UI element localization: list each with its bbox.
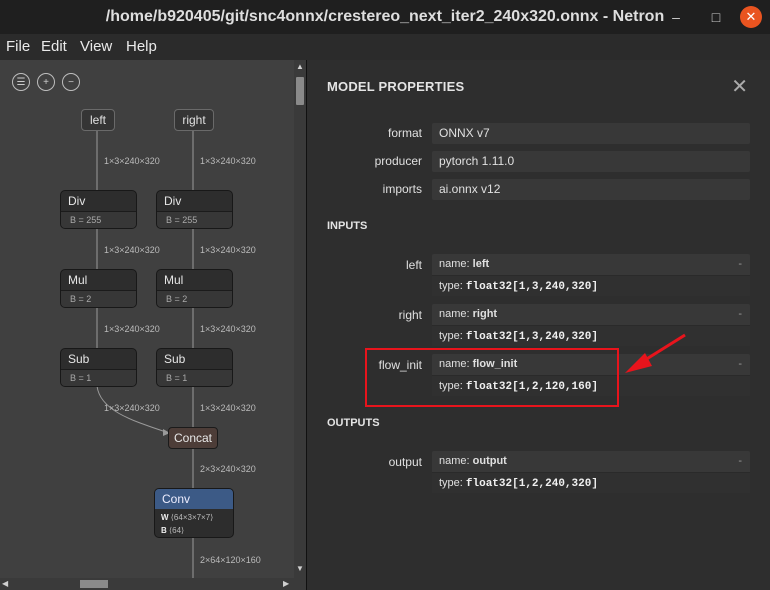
node-attr: B = 2	[157, 290, 232, 307]
node-op-label: Div	[68, 194, 86, 208]
node-attr: B = 255	[61, 211, 136, 228]
close-icon[interactable]: ✕	[731, 74, 748, 99]
node-attr: B = 1	[61, 369, 136, 386]
node-op-label: Sub	[164, 352, 186, 366]
highlight-box	[365, 348, 619, 407]
menu-view[interactable]: View	[80, 38, 112, 55]
prop-label-imports: imports	[382, 182, 422, 196]
node-mul-left[interactable]: Mul B = 2	[60, 269, 137, 308]
edge-label: 2×3×240×320	[200, 464, 256, 474]
conv-weight-w: W ⟨64×3×7×7⟩	[161, 513, 214, 522]
graph-input-left[interactable]: left	[81, 109, 115, 131]
scroll-right-icon[interactable]: ▶	[283, 579, 289, 588]
node-attr: B = 1	[157, 369, 232, 386]
horizontal-scroll-thumb[interactable]	[80, 580, 108, 588]
node-op-label: Mul	[164, 273, 184, 287]
node-div-left[interactable]: Div B = 255	[60, 190, 137, 229]
edge-label: 2×64×120×160	[200, 555, 261, 565]
input-arg-right[interactable]: name: right - type: float32[1,3,240,320]	[432, 304, 750, 346]
minimize-button[interactable]: –	[667, 8, 685, 26]
vertical-scrollbar[interactable]: ▲ ▼	[294, 60, 306, 578]
node-attr: B = 255	[157, 211, 232, 228]
arg-name: name: output	[439, 455, 507, 467]
edge-label: 1×3×240×320	[104, 324, 160, 334]
menu-bar: File Edit View Help	[0, 34, 770, 60]
node-div-right[interactable]: Div B = 255	[156, 190, 233, 229]
window-title: /home/b920405/git/snc4onnx/crestereo_nex…	[105, 8, 665, 25]
edge-label: 1×3×240×320	[200, 324, 256, 334]
model-properties-panel: MODEL PROPERTIES ✕ format ONNX v7 produc…	[307, 60, 770, 590]
expand-toggle[interactable]: -	[738, 308, 742, 320]
panel-title: MODEL PROPERTIES	[327, 79, 465, 94]
node-sub-right[interactable]: Sub B = 1	[156, 348, 233, 387]
node-attr: B = 2	[61, 290, 136, 307]
graph-input-right[interactable]: right	[174, 109, 214, 131]
arg-type: type: float32[1,2,240,320]	[432, 472, 750, 493]
inputs-heading: INPUTS	[327, 220, 368, 232]
menu-edit[interactable]: Edit	[41, 38, 67, 55]
edge-label: 1×3×240×320	[104, 403, 160, 413]
graph-canvas[interactable]: ☰ + − left right 1×3×240×320 1×3×240×320…	[0, 60, 306, 590]
sidebar-toggle-icon[interactable]: ☰	[12, 73, 30, 91]
node-conv[interactable]: Conv W ⟨64×3×7×7⟩ B ⟨64⟩	[154, 488, 234, 538]
menu-file[interactable]: File	[6, 38, 30, 55]
vertical-scroll-thumb[interactable]	[296, 77, 304, 105]
zoom-out-icon[interactable]: −	[62, 73, 80, 91]
input-label-right: right	[398, 308, 422, 322]
arg-type: type: float32[1,3,240,320]	[432, 325, 750, 346]
output-arg-output[interactable]: name: output - type: float32[1,2,240,320…	[432, 451, 750, 493]
node-concat[interactable]: Concat	[168, 427, 218, 449]
node-mul-right[interactable]: Mul B = 2	[156, 269, 233, 308]
expand-toggle[interactable]: -	[738, 258, 742, 270]
menu-help[interactable]: Help	[126, 38, 157, 55]
zoom-in-icon[interactable]: +	[37, 73, 55, 91]
horizontal-scrollbar[interactable]: ◀ ▶	[0, 578, 306, 590]
input-label-left: left	[405, 258, 422, 272]
node-op-label: Sub	[68, 352, 90, 366]
node-op-label: Div	[164, 194, 182, 208]
node-op-label: Conv	[155, 489, 233, 509]
prop-value-format: ONNX v7	[432, 123, 750, 144]
title-bar: /home/b920405/git/snc4onnx/crestereo_nex…	[0, 0, 770, 34]
prop-value-producer: pytorch 1.11.0	[432, 151, 750, 172]
scroll-up-icon[interactable]: ▲	[296, 62, 304, 71]
node-op-label: Mul	[68, 273, 88, 287]
edge-label: 1×3×240×320	[104, 245, 160, 255]
scroll-left-icon[interactable]: ◀	[2, 579, 8, 588]
close-button[interactable]: ✕	[740, 6, 762, 28]
outputs-heading: OUTPUTS	[327, 417, 380, 429]
output-label-output: output	[388, 455, 422, 469]
arg-name: name: right	[439, 308, 498, 320]
prop-value-imports: ai.onnx v12	[432, 179, 750, 200]
edge-label: 1×3×240×320	[200, 156, 256, 166]
edge-label: 1×3×240×320	[200, 403, 256, 413]
conv-weight-b: B ⟨64⟩	[161, 526, 185, 535]
edge-label: 1×3×240×320	[104, 156, 160, 166]
input-arg-left[interactable]: name: left - type: float32[1,3,240,320]	[432, 254, 750, 296]
prop-label-format: format	[387, 126, 422, 140]
maximize-button[interactable]: □	[707, 8, 725, 26]
arg-type: type: float32[1,3,240,320]	[432, 275, 750, 296]
prop-label-producer: producer	[374, 154, 422, 168]
node-sub-left[interactable]: Sub B = 1	[60, 348, 137, 387]
expand-toggle[interactable]: -	[738, 358, 742, 370]
expand-toggle[interactable]: -	[738, 455, 742, 467]
edge-label: 1×3×240×320	[200, 245, 256, 255]
scroll-down-icon[interactable]: ▼	[296, 564, 304, 573]
arg-name: name: left	[439, 258, 490, 270]
